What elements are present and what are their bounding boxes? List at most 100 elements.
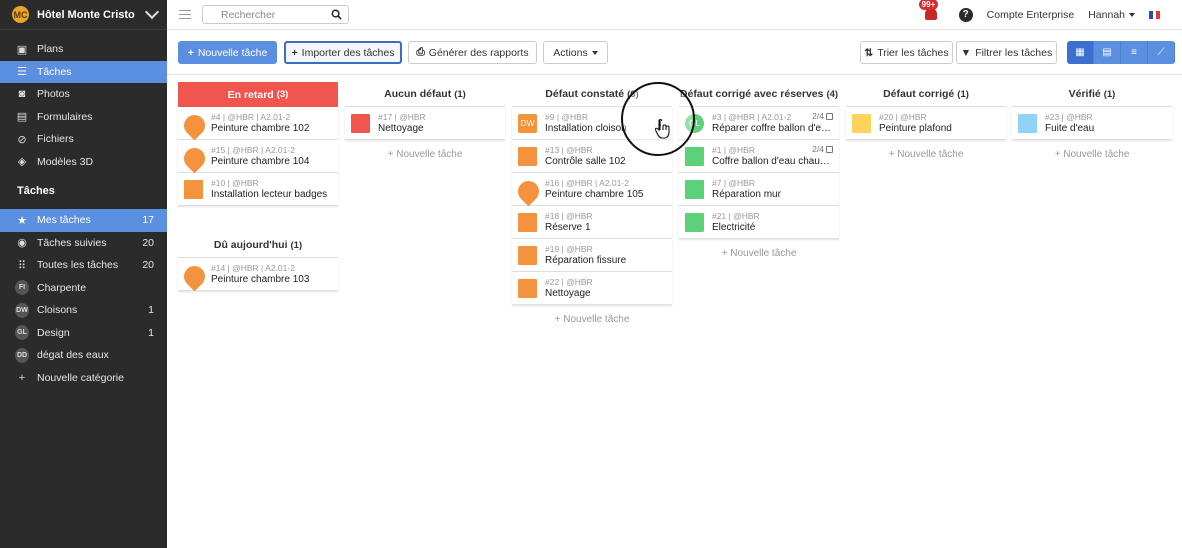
sidebar-item-label: Tâches bbox=[37, 65, 72, 78]
sidebar-item-label: Plans bbox=[37, 43, 64, 56]
card-title: Réserve 1 bbox=[545, 222, 591, 233]
task-card[interactable]: GL #3 | @HBR | A2.01-2 Réparer coffre ball… bbox=[679, 107, 839, 140]
sidebar-item-form[interactable]: ▤ Formulaires bbox=[0, 106, 167, 129]
sidebar-task-filter[interactable]: ★ Mes tâches 17 bbox=[0, 209, 167, 232]
search-box[interactable] bbox=[202, 5, 349, 24]
column-header: En retard (3) bbox=[178, 82, 338, 107]
column-title: Défaut constaté bbox=[545, 88, 625, 100]
generate-reports-button[interactable]: ⎙ Générer des rapports bbox=[408, 41, 537, 64]
chevron-down-icon[interactable] bbox=[144, 4, 160, 20]
hamburger-icon[interactable] bbox=[179, 10, 191, 19]
card-text: #14 | @HBR | A2.01-2 Peinture chambre 103 bbox=[211, 263, 332, 285]
new-task-link[interactable]: + Nouvelle tâche bbox=[679, 239, 839, 267]
new-task-link[interactable]: + Nouvelle tâche bbox=[512, 305, 672, 333]
new-category-button[interactable]: + Nouvelle catégorie bbox=[0, 367, 167, 390]
sidebar-category[interactable]: GL Design 1 bbox=[0, 322, 167, 345]
sidebar-item-list[interactable]: ☰ Tâches bbox=[0, 60, 167, 83]
actions-dropdown[interactable]: Actions bbox=[543, 41, 608, 64]
column-header: Défaut constaté (6) bbox=[512, 82, 672, 107]
gantt-view-icon[interactable]: ≡ bbox=[1121, 41, 1148, 64]
checkbox-icon bbox=[826, 146, 833, 154]
category-avatar: DD bbox=[15, 347, 29, 363]
column-header: Défaut corrigé (1) bbox=[846, 82, 1006, 107]
column-header: Vérifié (1) bbox=[1012, 82, 1172, 107]
sidebar: MC Hôtel Monte Cristo ▣ Plans ☰ Tâches ◙ Phot… bbox=[0, 0, 167, 548]
task-card[interactable]: #18 | @HBR Réserve 1 bbox=[512, 206, 672, 239]
task-card[interactable]: #23 | @HBR Fuite d'eau bbox=[1012, 107, 1172, 140]
card-meta: #15 | @HBR | A2.01-2 bbox=[211, 145, 295, 155]
card-meta: #19 | @HBR bbox=[545, 244, 593, 254]
status-square-icon bbox=[518, 278, 537, 298]
task-card[interactable]: #10 | @HBR Installation lecteur badges bbox=[178, 173, 338, 206]
sidebar-category[interactable]: DW Cloisons 1 bbox=[0, 299, 167, 322]
sidebar-item-label: Design bbox=[37, 326, 70, 339]
task-card[interactable]: DW #9 | @HBR Installation cloison bbox=[512, 107, 672, 140]
task-card[interactable]: #21 | @HBR Electricité bbox=[679, 206, 839, 239]
sidebar-item-count: 1 bbox=[148, 304, 154, 317]
column-count: (1) bbox=[1103, 88, 1116, 100]
search-input[interactable] bbox=[221, 8, 331, 21]
form-icon: ▤ bbox=[16, 111, 28, 124]
cube-icon: ◈ bbox=[17, 156, 27, 169]
sidebar-item-paperclip[interactable]: ⊘ Fichiers bbox=[0, 128, 167, 151]
project-selector[interactable]: MC Hôtel Monte Cristo bbox=[0, 0, 167, 30]
card-title: Nettoyage bbox=[378, 123, 424, 134]
card-title: Peinture chambre 105 bbox=[545, 189, 644, 200]
sort-tasks-button[interactable]: ⇅ Trier les tâches bbox=[860, 41, 953, 64]
card-meta: #14 | @HBR | A2.01-2 bbox=[211, 263, 295, 273]
kanban-board: En retard (3) #4 | @HBR | A2.01-2 Peinture … bbox=[167, 76, 1182, 548]
sidebar-category[interactable]: DD dégat des eaux bbox=[0, 344, 167, 367]
card-title: Peinture plafond bbox=[879, 123, 952, 134]
notifications-button[interactable]: 99+ bbox=[918, 0, 939, 22]
task-card[interactable]: #14 | @HBR | A2.01-2 Peinture chambre 103 bbox=[178, 258, 338, 291]
sidebar-task-filter[interactable]: ◉ Tâches suivies 20 bbox=[0, 232, 167, 255]
section-title-tasks: Tâches bbox=[17, 185, 55, 197]
task-card[interactable]: #16 | @HBR | A2.01-2 Peinture chambre 105 bbox=[512, 173, 672, 206]
calendar-view-icon[interactable]: ▤ bbox=[1094, 41, 1121, 64]
task-card[interactable]: #17 | @HBR Nettoyage bbox=[345, 107, 505, 140]
sidebar-item-map[interactable]: ▣ Plans bbox=[0, 38, 167, 61]
task-card[interactable]: #7 | @HBR Réparation mur bbox=[679, 173, 839, 206]
card-text: #4 | @HBR | A2.01-2 Peinture chambre 102 bbox=[211, 112, 332, 134]
sidebar-item-cube[interactable]: ◈ Modèles 3D bbox=[0, 151, 167, 174]
filter-tasks-button[interactable]: ▼ Filtrer les tâches bbox=[956, 41, 1057, 64]
sidebar-item-count: 17 bbox=[142, 214, 154, 227]
task-card[interactable]: #19 | @HBR Réparation fissure bbox=[512, 239, 672, 272]
board-column: En retard (3) #4 | @HBR | A2.01-2 Peinture … bbox=[178, 82, 338, 206]
search-icon[interactable] bbox=[331, 9, 342, 20]
sidebar-item-label: Mes tâches bbox=[37, 214, 91, 227]
task-card[interactable]: #13 | @HBR Contrôle salle 102 bbox=[512, 140, 672, 173]
sidebar-item-label: Formulaires bbox=[37, 110, 93, 123]
card-meta: #22 | @HBR bbox=[545, 277, 593, 287]
sort-icon: ⇅ bbox=[864, 46, 874, 59]
task-card[interactable]: #4 | @HBR | A2.01-2 Peinture chambre 102 bbox=[178, 107, 338, 140]
new-task-link[interactable]: + Nouvelle tâche bbox=[846, 140, 1006, 168]
help-icon[interactable]: ? bbox=[958, 7, 973, 22]
card-text: #15 | @HBR | A2.01-2 Peinture chambre 104 bbox=[211, 145, 332, 167]
task-card[interactable]: #1 | @HBRCoffre ballon d'eau chaude à ré… bbox=[679, 140, 839, 173]
column-header: Dû aujourd'hui (1) bbox=[178, 233, 338, 258]
location-pin-icon bbox=[513, 176, 544, 206]
board-view-icon[interactable]: ▦ bbox=[1067, 41, 1094, 64]
task-card[interactable]: #15 | @HBR | A2.01-2 Peinture chambre 104 bbox=[178, 140, 338, 173]
sidebar-task-filter[interactable]: ⠿ Toutes les tâches 20 bbox=[0, 254, 167, 277]
assignee-avatar: DW bbox=[518, 113, 537, 133]
new-task-button[interactable]: + Nouvelle tâche bbox=[178, 41, 277, 64]
user-menu[interactable]: Hannah bbox=[1088, 9, 1135, 21]
task-card[interactable]: #22 | @HBR Nettoyage bbox=[512, 272, 672, 305]
chart-view-icon[interactable]: ⟋ bbox=[1148, 41, 1175, 64]
card-title: Peinture chambre 103 bbox=[211, 274, 310, 285]
eye-icon: ◉ bbox=[17, 237, 27, 250]
card-title: Coffre ballon d'eau chaude à réparer bbox=[712, 156, 833, 167]
french-flag-icon[interactable] bbox=[1149, 10, 1161, 19]
task-card[interactable]: #20 | @HBR Peinture plafond bbox=[846, 107, 1006, 140]
status-square-icon bbox=[518, 212, 537, 232]
caret-down-icon bbox=[591, 50, 598, 55]
new-task-link[interactable]: + Nouvelle tâche bbox=[1012, 140, 1172, 168]
account-link[interactable]: Compte Enterprise bbox=[987, 9, 1075, 21]
import-tasks-button[interactable]: + Importer des tâches bbox=[284, 41, 402, 64]
sidebar-item-camera[interactable]: ◙ Photos bbox=[0, 83, 167, 106]
new-task-link[interactable]: + Nouvelle tâche bbox=[345, 140, 505, 168]
card-meta: #20 | @HBR bbox=[879, 112, 927, 122]
sidebar-category[interactable]: FI Charpente bbox=[0, 277, 167, 300]
